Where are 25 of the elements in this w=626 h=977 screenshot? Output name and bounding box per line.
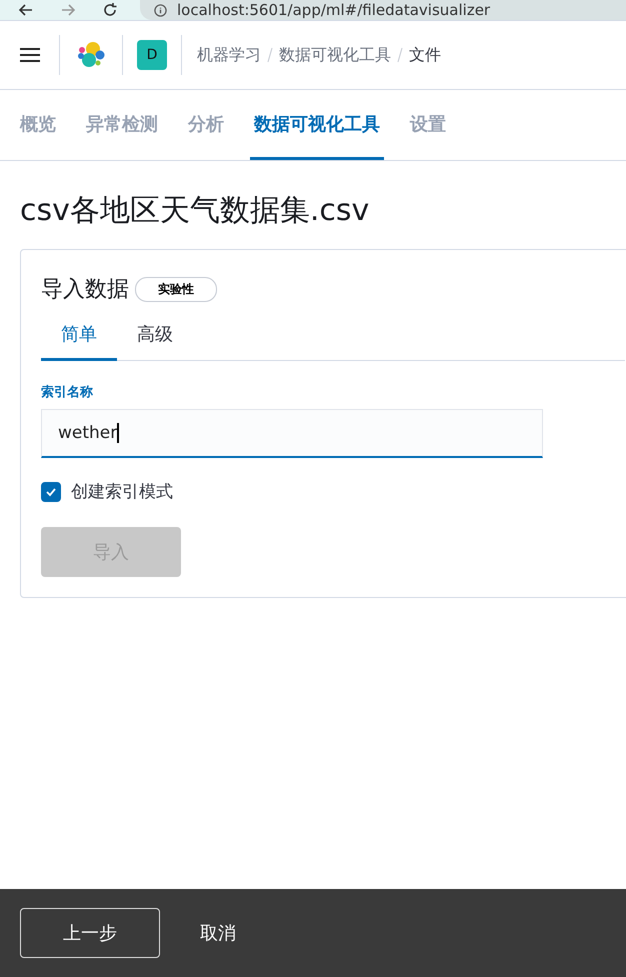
index-name-field[interactable]: wether bbox=[41, 409, 543, 458]
nav-tab[interactable]: 数据可视化工具 bbox=[250, 90, 384, 160]
experimental-badge: 实验性 bbox=[135, 276, 217, 302]
cancel-button[interactable]: 取消 bbox=[200, 921, 236, 945]
check-icon bbox=[45, 486, 57, 498]
back-button[interactable]: 上一步 bbox=[20, 908, 160, 958]
info-icon bbox=[154, 4, 167, 16]
breadcrumb: 文件 bbox=[409, 44, 441, 66]
mode-tab[interactable]: 简单 bbox=[41, 316, 117, 361]
menu-button[interactable] bbox=[20, 47, 40, 63]
mode-tab[interactable]: 高级 bbox=[117, 316, 193, 361]
page-title: csv各地区天气数据集.csv bbox=[20, 192, 370, 230]
address-bar[interactable]: localhost:5601/app/ml#/filedatavisualizer bbox=[140, 0, 626, 20]
panel-title: 导入数据 bbox=[41, 276, 129, 304]
breadcrumb-separator-icon bbox=[397, 47, 403, 63]
checkbox-label: 创建索引模式 bbox=[71, 481, 173, 503]
field-label: 索引名称 bbox=[41, 384, 94, 401]
logo-icon[interactable] bbox=[76, 40, 106, 70]
breadcrumb[interactable]: 数据可视化工具 bbox=[279, 44, 391, 66]
breadcrumb-separator-icon bbox=[267, 47, 273, 63]
checkbox[interactable] bbox=[41, 482, 61, 502]
breadcrumb[interactable]: 机器学习 bbox=[197, 44, 261, 66]
space-avatar[interactable]: D bbox=[137, 40, 167, 70]
back-icon[interactable] bbox=[18, 2, 34, 18]
reload-icon[interactable] bbox=[102, 2, 118, 18]
